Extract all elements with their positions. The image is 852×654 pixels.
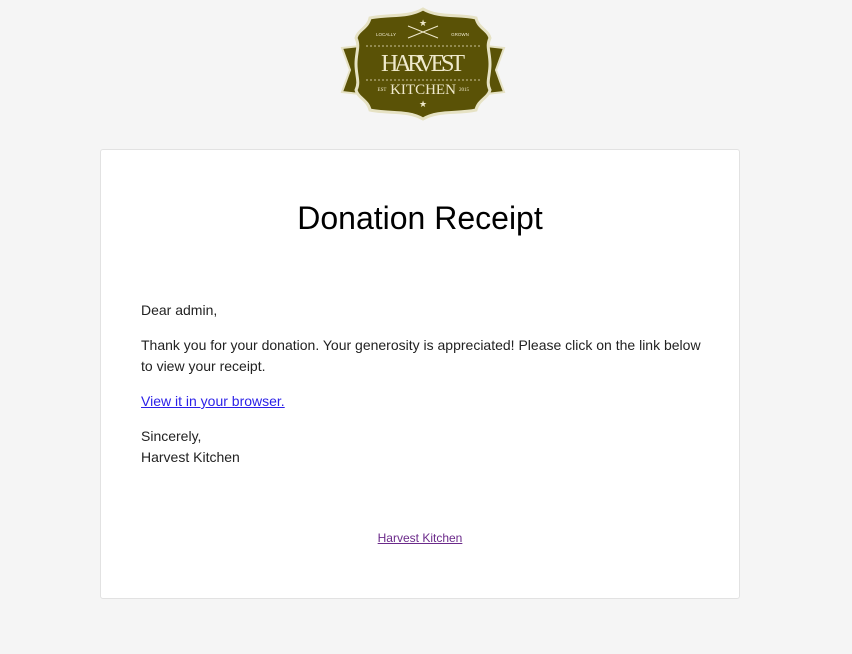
footer-link[interactable]: Harvest Kitchen bbox=[378, 531, 463, 545]
message: Thank you for your donation. Your genero… bbox=[141, 337, 701, 374]
svg-text:★: ★ bbox=[419, 18, 427, 28]
logo-text: 2015 bbox=[459, 88, 470, 93]
logo-text: EST bbox=[378, 88, 387, 93]
logo-text: GROWN bbox=[451, 32, 469, 37]
greeting: Dear admin, bbox=[141, 302, 218, 318]
svg-text:★: ★ bbox=[419, 99, 427, 109]
footer: Harvest Kitchen bbox=[101, 531, 739, 545]
closing: Sincerely, bbox=[141, 428, 202, 444]
harvest-kitchen-logo: ★ ★ LOCALLY GROWN HARVEST KITCHEN EST 20… bbox=[338, 6, 508, 122]
receipt-card: Donation Receipt Dear admin, Thank you f… bbox=[100, 149, 740, 599]
logo-text: LOCALLY bbox=[376, 32, 396, 37]
email-body: Dear admin, Thank you for your donation.… bbox=[141, 300, 701, 482]
view-in-browser-link[interactable]: View it in your browser. bbox=[141, 393, 285, 409]
page-title: Donation Receipt bbox=[297, 200, 543, 236]
logo-text: KITCHEN bbox=[390, 82, 456, 98]
logo-text: HARVEST bbox=[381, 51, 465, 77]
signature: Harvest Kitchen bbox=[141, 449, 240, 465]
